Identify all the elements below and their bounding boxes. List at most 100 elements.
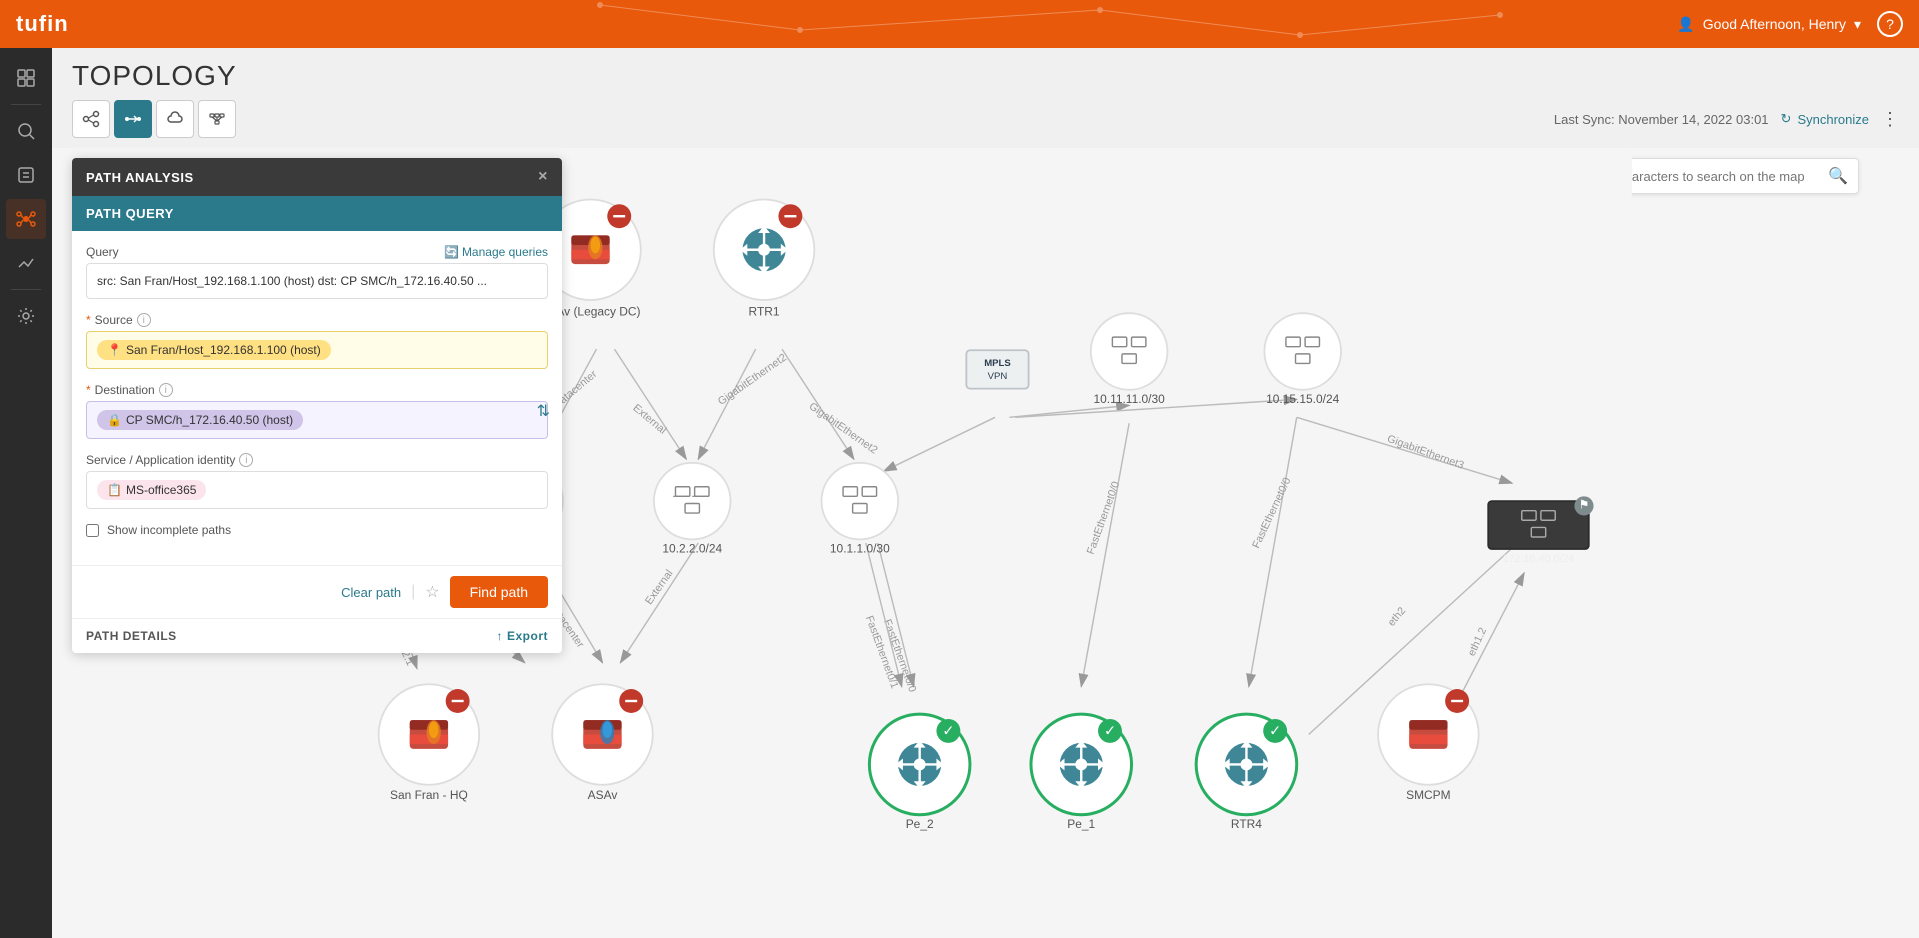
path-analysis-panel: PATH ANALYSIS × PATH QUERY Query 🔄 Manag… bbox=[72, 158, 562, 653]
node-pe2[interactable]: ✓ bbox=[869, 714, 970, 815]
graph-view-tab[interactable] bbox=[72, 100, 110, 138]
sidebar-item-workflow[interactable] bbox=[6, 243, 46, 283]
svg-text:✓: ✓ bbox=[1269, 724, 1281, 740]
source-label: * Source i bbox=[86, 313, 548, 327]
page-title: TOPOLOGY bbox=[72, 60, 237, 92]
destination-field[interactable]: 🔒 CP SMC/h_172.16.40.50 (host) bbox=[86, 401, 548, 439]
source-value: San Fran/Host_192.168.1.100 (host) bbox=[126, 343, 321, 357]
svg-text:RTR4: RTR4 bbox=[1231, 817, 1262, 831]
node-rtr1[interactable] bbox=[714, 199, 815, 300]
greeting-text: Good Afternoon, Henry bbox=[1703, 16, 1846, 32]
svg-text:RTR1: RTR1 bbox=[749, 305, 780, 319]
svg-text:172.16.40.0/24: 172.16.40.0/24 bbox=[1503, 553, 1575, 565]
incomplete-paths-row: Show incomplete paths bbox=[86, 523, 548, 537]
separator: | bbox=[411, 583, 415, 601]
sidebar-item-dashboard[interactable] bbox=[6, 58, 46, 98]
sidebar-item-settings[interactable] bbox=[6, 296, 46, 336]
svg-text:✓: ✓ bbox=[1104, 724, 1116, 740]
manage-queries-link[interactable]: 🔄 Manage queries bbox=[444, 245, 548, 259]
more-options-button[interactable]: ⋮ bbox=[1881, 109, 1899, 130]
node-net-1011[interactable] bbox=[1091, 313, 1168, 390]
node-net-17216[interactable]: ⚑ bbox=[1488, 496, 1593, 549]
sidebar-item-topology[interactable] bbox=[6, 199, 46, 239]
clear-path-button[interactable]: Clear path bbox=[341, 585, 401, 600]
view-tabs bbox=[72, 100, 236, 138]
dest-info-icon[interactable]: i bbox=[159, 383, 173, 397]
panel-section-header: PATH QUERY bbox=[72, 196, 562, 231]
panel-close-button[interactable]: × bbox=[538, 168, 548, 186]
service-tag: 📋 MS-office365 bbox=[97, 480, 206, 500]
cloud-view-tab[interactable] bbox=[156, 100, 194, 138]
svg-text:San Fran - HQ: San Fran - HQ bbox=[390, 788, 468, 802]
node-net-102[interactable] bbox=[654, 463, 731, 540]
incomplete-paths-checkbox[interactable] bbox=[86, 524, 99, 537]
query-input[interactable] bbox=[86, 263, 548, 299]
path-analysis-tab[interactable] bbox=[114, 100, 152, 138]
node-pe1[interactable]: ✓ bbox=[1031, 714, 1132, 815]
help-button[interactable]: ? bbox=[1877, 11, 1903, 37]
destination-value: CP SMC/h_172.16.40.50 (host) bbox=[126, 413, 293, 427]
incomplete-paths-label: Show incomplete paths bbox=[107, 523, 231, 537]
logo: tufin bbox=[16, 11, 69, 37]
svg-text:SMCPM: SMCPM bbox=[1406, 788, 1451, 802]
node-net-1015[interactable] bbox=[1264, 313, 1341, 390]
path-details-label: PATH DETAILS bbox=[86, 629, 177, 643]
node-smcpm[interactable] bbox=[1378, 684, 1479, 785]
destination-row: * Destination i 🔒 CP SMC/h_172.16.40.50 … bbox=[86, 383, 548, 439]
service-field[interactable]: 📋 MS-office365 bbox=[86, 471, 548, 509]
sidebar bbox=[0, 48, 52, 938]
service-info-icon[interactable]: i bbox=[239, 453, 253, 467]
sync-icon: ↻ bbox=[1781, 111, 1792, 127]
panel-title: PATH ANALYSIS bbox=[86, 170, 194, 185]
service-label: Service / Application identity i bbox=[86, 453, 548, 467]
last-sync-text: Last Sync: November 14, 2022 03:01 bbox=[1554, 112, 1769, 127]
node-mpls[interactable]: MPLS VPN bbox=[966, 350, 1028, 388]
svg-text:VPN: VPN bbox=[988, 371, 1008, 382]
svg-text:MPLS: MPLS bbox=[984, 358, 1011, 369]
service-row: Service / Application identity i 📋 MS-of… bbox=[86, 453, 548, 509]
svg-text:10.2.2.0/24: 10.2.2.0/24 bbox=[662, 542, 722, 556]
node-asav[interactable] bbox=[552, 684, 653, 785]
toolbar-right: Last Sync: November 14, 2022 03:01 ↻ Syn… bbox=[1554, 109, 1899, 130]
user-icon: 👤 bbox=[1677, 16, 1694, 33]
svg-text:ASAv: ASAv bbox=[588, 788, 618, 802]
sync-label: Synchronize bbox=[1797, 112, 1869, 127]
service-icon: 📋 bbox=[107, 483, 122, 497]
svg-text:Pe_2: Pe_2 bbox=[906, 817, 934, 831]
svg-text:Pe_1: Pe_1 bbox=[1067, 817, 1095, 831]
favorite-button[interactable]: ☆ bbox=[425, 582, 439, 602]
sidebar-divider-2 bbox=[11, 289, 41, 290]
sidebar-item-search[interactable] bbox=[6, 111, 46, 151]
node-net-101[interactable] bbox=[822, 463, 899, 540]
location-icon: 📍 bbox=[107, 343, 122, 357]
node-rtr4[interactable]: ✓ bbox=[1196, 714, 1297, 815]
section-title: PATH QUERY bbox=[86, 206, 174, 221]
swap-button[interactable]: ⇅ bbox=[537, 401, 550, 421]
sidebar-item-policy[interactable] bbox=[6, 155, 46, 195]
destination-tag: 🔒 CP SMC/h_172.16.40.50 (host) bbox=[97, 410, 303, 430]
export-button[interactable]: ↑ Export bbox=[496, 629, 548, 643]
export-icon: ↑ bbox=[496, 629, 503, 643]
export-label: Export bbox=[507, 629, 548, 643]
source-tag: 📍 San Fran/Host_192.168.1.100 (host) bbox=[97, 340, 331, 360]
source-info-icon[interactable]: i bbox=[137, 313, 151, 327]
main-content: TOPOLOGY Last Sync: November 14, 2022 03… bbox=[52, 48, 1919, 938]
map-container[interactable]: 🔍 ethernet1/2.1 ethernet1/1.1 Dat bbox=[52, 148, 1919, 938]
svg-text:⚑: ⚑ bbox=[1579, 497, 1590, 511]
find-path-button[interactable]: Find path bbox=[450, 576, 548, 608]
service-value: MS-office365 bbox=[126, 483, 196, 497]
svg-text:10.1.1.0/30: 10.1.1.0/30 bbox=[830, 542, 890, 556]
svg-text:10.15.15.0/24: 10.15.15.0/24 bbox=[1266, 392, 1339, 406]
user-menu[interactable]: 👤 Good Afternoon, Henry ▾ bbox=[1677, 16, 1861, 33]
subnet-view-tab[interactable] bbox=[198, 100, 236, 138]
panel-header: PATH ANALYSIS × bbox=[72, 158, 562, 196]
svg-text:✓: ✓ bbox=[942, 724, 954, 740]
header: tufin 👤 Good Afternoon, Henry ▾ ? bbox=[0, 0, 1919, 48]
svg-text:10.11.11.0/30: 10.11.11.0/30 bbox=[1093, 392, 1165, 406]
synchronize-button[interactable]: ↻ Synchronize bbox=[1781, 111, 1869, 127]
node-sanfran-hq[interactable] bbox=[379, 684, 480, 785]
panel-footer: Clear path | ☆ Find path bbox=[72, 565, 562, 618]
query-label: Query 🔄 Manage queries bbox=[86, 245, 548, 259]
dest-icon: 🔒 bbox=[107, 413, 122, 427]
source-field[interactable]: 📍 San Fran/Host_192.168.1.100 (host) bbox=[86, 331, 548, 369]
